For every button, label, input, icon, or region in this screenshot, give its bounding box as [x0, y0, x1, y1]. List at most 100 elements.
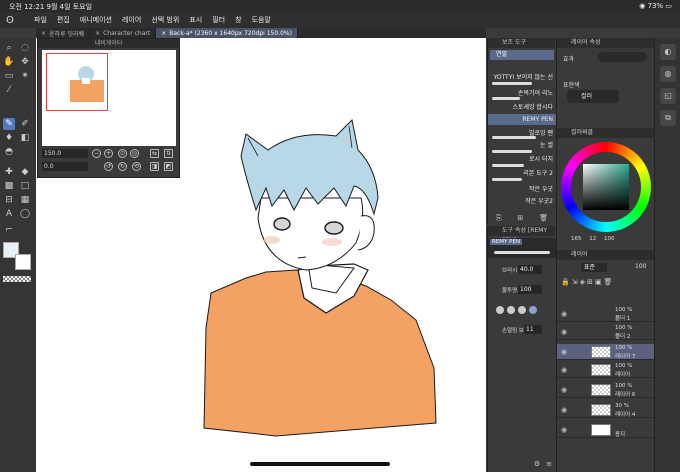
delete-layer-icon[interactable]: 🗑	[603, 278, 612, 298]
menu-selection[interactable]: 선택 범위	[151, 15, 179, 25]
close-icon[interactable]: ×	[95, 30, 100, 37]
brush-tip-option[interactable]	[518, 306, 526, 314]
brush-size-field[interactable]: 40.0	[518, 265, 542, 274]
menu-window[interactable]: 창	[235, 15, 241, 25]
visibility-icon[interactable]: ◉	[561, 328, 567, 336]
decoration-icon[interactable]: ✚	[3, 166, 15, 178]
visibility-icon[interactable]: ◉	[561, 386, 567, 394]
menu-help[interactable]: 도움말	[252, 15, 271, 25]
ruler-icon[interactable]: ⊟	[3, 194, 15, 206]
tab-document-2[interactable]: × Character chart	[90, 28, 157, 38]
reference-icon[interactable]: ◈	[580, 278, 585, 298]
brush-tip-option[interactable]	[496, 306, 504, 314]
pen-icon[interactable]: ✎	[3, 118, 15, 130]
mirror-icon[interactable]: ◨	[150, 162, 159, 171]
visibility-icon[interactable]: ◉	[561, 406, 567, 414]
zoom-out-icon[interactable]: −	[92, 149, 101, 158]
pencil-icon[interactable]: ✐	[19, 118, 31, 130]
rotation-field[interactable]: 0.0	[42, 162, 88, 171]
visibility-icon[interactable]: ◉	[561, 366, 567, 374]
correct-line-icon[interactable]: ⌐	[3, 224, 15, 236]
frame-icon[interactable]: ▦	[19, 194, 31, 206]
menu-icon[interactable]: ≡	[546, 460, 552, 468]
visibility-icon[interactable]: ◉	[561, 426, 567, 434]
layer-property-icon[interactable]: ◐	[660, 44, 676, 60]
flip-v-icon[interactable]: ⇅	[164, 149, 173, 158]
reset-rotation-icon[interactable]: ⟲	[132, 162, 141, 171]
layer-row[interactable]: ◉ 100 % 폴더 1	[557, 306, 655, 322]
gradient-icon[interactable]: ▩	[3, 180, 15, 192]
menu-file[interactable]: 파일	[34, 15, 47, 25]
clip-icon[interactable]: ⇲	[572, 278, 578, 298]
hand-icon[interactable]: ✋	[3, 56, 15, 68]
add-sub-tool-icon[interactable]: ⊞	[517, 214, 523, 222]
opacity-field[interactable]: 100	[518, 285, 542, 294]
eraser-icon[interactable]: ◧	[19, 132, 31, 144]
menu-filter[interactable]: 필터	[212, 15, 225, 25]
transparent-color-swatch[interactable]	[3, 276, 31, 282]
saturation-value-square[interactable]	[583, 164, 629, 210]
brush-item[interactable]: 스토셰잉 합시다	[488, 102, 556, 113]
zoom-field[interactable]: 150.0	[42, 149, 88, 158]
home-indicator[interactable]	[250, 462, 390, 466]
text-icon[interactable]: A	[3, 208, 15, 220]
delete-icon[interactable]: 🗑	[539, 214, 548, 222]
expression-select[interactable]: 컬러	[567, 90, 619, 103]
layer-row[interactable]: ◉ 용지	[557, 422, 655, 438]
tab-document-1[interactable]: × 윤하루 잇라퀘	[36, 28, 91, 38]
layer-row[interactable]: ◉ 100 % 레이어	[557, 362, 655, 378]
layers-icon[interactable]: ⧉	[660, 110, 676, 126]
brush-item-selected[interactable]: REMY PEN	[488, 114, 556, 125]
navigator-view-frame[interactable]	[46, 53, 108, 111]
stabilizer-field[interactable]: 11	[524, 325, 542, 334]
eyedropper-icon[interactable]: ⁄	[3, 84, 15, 96]
brush-tip-selector[interactable]	[496, 306, 550, 316]
tab-document-3[interactable]: × Back-a* (2360 x 1640px 720dpi 150.0%)	[156, 28, 298, 38]
menu-animation[interactable]: 애니메이션	[80, 15, 112, 25]
copy-sub-tool-icon[interactable]: ⎘	[496, 214, 502, 223]
blend-icon[interactable]: ◓	[3, 146, 15, 158]
menu-edit[interactable]: 편집	[57, 15, 70, 25]
brush-item[interactable]: 작은 우굿	[488, 184, 556, 195]
blend-mode-select[interactable]: 표준	[581, 263, 607, 272]
menu-view[interactable]: 표시	[189, 15, 202, 25]
zoom-in-icon[interactable]: +	[104, 149, 113, 158]
lasso-icon[interactable]: ◌	[19, 42, 31, 54]
rotate-right-icon[interactable]: ↻	[118, 162, 127, 171]
fill-icon[interactable]: ◆	[19, 166, 31, 178]
visibility-icon[interactable]: ◉	[561, 310, 567, 318]
new-layer-icon[interactable]: ⊞	[587, 278, 593, 298]
layer-row[interactable]: ◉ 100 % 폴더 2	[557, 324, 655, 340]
close-icon[interactable]: ×	[41, 30, 46, 37]
fit-icon[interactable]: ⊙	[118, 149, 127, 158]
brush-tip-option-selected[interactable]	[529, 306, 537, 314]
layer-row-selected[interactable]: ◉ 100 % 레이어 7	[557, 344, 655, 360]
brush-icon[interactable]: ♦	[3, 132, 15, 144]
new-folder-icon[interactable]: ▣	[595, 278, 602, 298]
move-icon[interactable]: ✥	[19, 56, 31, 68]
menu-layer[interactable]: 레이어	[122, 15, 141, 25]
flip-icon[interactable]: ◩	[164, 162, 173, 171]
rotate-left-icon[interactable]: ↺	[104, 162, 113, 171]
actual-size-icon[interactable]: ◎	[130, 149, 139, 158]
navigator-preview[interactable]	[42, 50, 176, 146]
app-logo-icon[interactable]: ʘ	[6, 15, 24, 26]
zoom-icon[interactable]: ⌕	[3, 42, 15, 54]
sub-tool-category[interactable]: 연필	[490, 50, 554, 60]
brush-item[interactable]: 작은 우굿2	[488, 196, 556, 207]
select-icon[interactable]: ▭	[3, 70, 15, 82]
brush-tip-option[interactable]	[507, 306, 515, 314]
layer-row[interactable]: ◉ 30 % 레이어 4	[557, 402, 655, 418]
magic-wand-icon[interactable]: ✶	[19, 70, 31, 82]
effect-options[interactable]	[597, 52, 647, 62]
wrench-icon[interactable]: ⚙	[534, 460, 540, 468]
layer-row[interactable]: ◉ 100 % 레이어 6	[557, 382, 655, 398]
material-icon[interactable]: ◍	[660, 66, 676, 82]
balloon-icon[interactable]: ◯	[19, 208, 31, 220]
sub-color-swatch[interactable]	[15, 254, 31, 270]
history-icon[interactable]: ◱	[660, 88, 676, 104]
lock-icon[interactable]: 🔒	[561, 278, 570, 298]
color-wheel[interactable]	[561, 142, 651, 232]
figure-icon[interactable]: □	[19, 180, 31, 192]
visibility-icon[interactable]: ◉	[561, 348, 567, 356]
